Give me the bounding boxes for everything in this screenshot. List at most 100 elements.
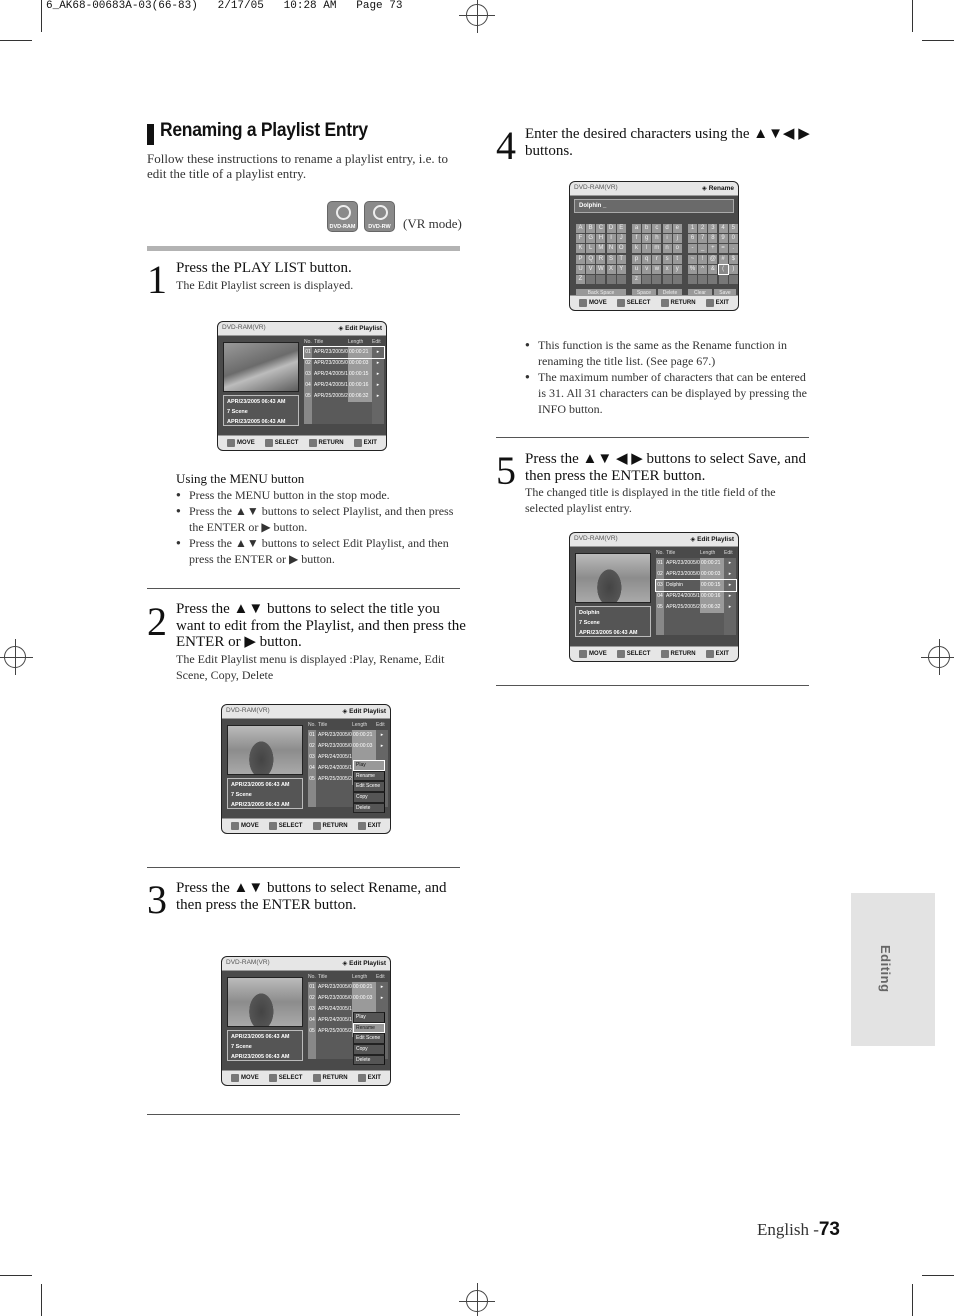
popup-item-play[interactable]: Play xyxy=(353,1012,385,1023)
keyboard-key[interactable]: t xyxy=(672,254,682,264)
keyboard-key[interactable]: s xyxy=(662,254,672,264)
keyboard-key[interactable]: y xyxy=(672,264,682,274)
keyboard-key[interactable]: + xyxy=(708,244,718,254)
keyboard-key[interactable] xyxy=(728,274,738,284)
keyboard-key[interactable] xyxy=(606,274,616,284)
keyboard-key[interactable]: U xyxy=(576,264,585,274)
keyboard-key[interactable]: S xyxy=(606,254,616,264)
keyboard-key[interactable]: X xyxy=(606,264,616,274)
keyboard-key[interactable]: C xyxy=(596,224,606,233)
keyboard-key[interactable]: R xyxy=(596,254,606,264)
keyboard-key[interactable]: e xyxy=(672,224,682,233)
keyboard-key[interactable]: Z xyxy=(576,274,585,284)
keyboard-key[interactable]: _ xyxy=(698,244,708,254)
keyboard-key[interactable] xyxy=(672,274,682,284)
keyboard-key[interactable]: @ xyxy=(708,254,718,264)
keyboard-key[interactable]: P xyxy=(576,254,585,264)
popup-item-edit-scene[interactable]: Edit Scene xyxy=(353,1033,385,1044)
keyboard-key[interactable]: 4 xyxy=(718,224,728,233)
keyboard-key[interactable]: c xyxy=(652,224,662,233)
keyboard-key[interactable]: # xyxy=(718,254,728,264)
keyboard-key[interactable]: G xyxy=(586,234,596,244)
playlist-row[interactable]: 01 APR/23/2005/0 00:00:21 ▸ xyxy=(303,346,385,359)
keyboard-key[interactable]: I xyxy=(606,234,616,244)
playlist-row[interactable]: 04 APR/24/2005/1 00:00:16 ▸ xyxy=(304,380,384,391)
keyboard-key[interactable]: 0 xyxy=(728,234,738,244)
keyboard-key[interactable]: K xyxy=(576,244,585,254)
keyboard-key[interactable]: n xyxy=(662,244,672,254)
keyboard-key[interactable]: m xyxy=(652,244,662,254)
keyboard-key[interactable]: ! xyxy=(698,254,708,264)
keyboard-key[interactable]: 6 xyxy=(688,234,697,244)
keyboard-key[interactable] xyxy=(596,274,606,284)
keyboard-key[interactable]: w xyxy=(652,264,662,274)
keyboard-key[interactable]: Q xyxy=(586,254,596,264)
keyboard-key[interactable]: F xyxy=(576,234,585,244)
keyboard-key[interactable]: A xyxy=(576,224,585,233)
keyboard-key[interactable]: $ xyxy=(728,254,738,264)
keyboard-key[interactable] xyxy=(586,274,596,284)
keyboard-key[interactable]: j xyxy=(672,234,682,244)
keyboard-key[interactable]: ~ xyxy=(688,254,697,264)
playlist-row[interactable]: 04 APR/24/2005/1 00:00:16 ▸ xyxy=(656,591,736,602)
keyboard-key[interactable]: b xyxy=(642,224,652,233)
keyboard-key[interactable]: ) xyxy=(728,264,738,274)
playlist-row[interactable]: 02 APR/23/2005/0 00:00:03 ▸ xyxy=(308,741,388,752)
keyboard-key[interactable] xyxy=(698,274,708,284)
keyboard-key[interactable]: & xyxy=(708,264,718,274)
keyboard-key[interactable]: l xyxy=(642,244,652,254)
keyboard-key[interactable]: 7 xyxy=(698,234,708,244)
keyboard-key[interactable]: O xyxy=(616,244,626,254)
playlist-row[interactable]: 02 APR/23/2005/0 00:00:03 ▸ xyxy=(656,569,736,580)
keyboard-key[interactable] xyxy=(688,274,697,284)
rename-input[interactable]: Dolphin _ xyxy=(574,199,734,213)
keyboard-key[interactable] xyxy=(718,274,728,284)
keyboard-key[interactable]: M xyxy=(596,244,606,254)
keyboard-key[interactable]: J xyxy=(616,234,626,244)
popup-item-copy[interactable]: Copy xyxy=(353,792,385,803)
keyboard-key[interactable]: D xyxy=(606,224,616,233)
keyboard-key[interactable]: 8 xyxy=(708,234,718,244)
keyboard-key[interactable]: N xyxy=(606,244,616,254)
playlist-row[interactable]: 02 APR/23/2005/0 00:00:03 ▸ xyxy=(304,358,384,369)
popup-item-edit-scene[interactable]: Edit Scene xyxy=(353,781,385,792)
keyboard-key[interactable]: u xyxy=(632,264,641,274)
keyboard-key[interactable]: E xyxy=(616,224,626,233)
keyboard-key[interactable]: H xyxy=(596,234,606,244)
keyboard-key[interactable]: L xyxy=(586,244,596,254)
keyboard-key[interactable] xyxy=(642,274,652,284)
keyboard-key[interactable]: h xyxy=(652,234,662,244)
popup-item-delete[interactable]: Delete xyxy=(353,1054,385,1066)
popup-item-copy[interactable]: Copy xyxy=(353,1044,385,1055)
keyboard-key[interactable]: ^ xyxy=(698,264,708,274)
playlist-row[interactable]: 01 APR/23/2005/0 00:00:21 ▸ xyxy=(308,982,388,993)
playlist-row[interactable]: 02 APR/23/2005/0 00:00:03 ▸ xyxy=(308,993,388,1004)
keyboard-key[interactable] xyxy=(708,274,718,284)
keyboard-key[interactable]: W xyxy=(596,264,606,274)
keyboard-key[interactable]: a xyxy=(632,224,641,233)
keyboard-key[interactable]: B xyxy=(586,224,596,233)
keyboard-key[interactable]: % xyxy=(688,264,697,274)
popup-item-delete[interactable]: Delete xyxy=(353,802,385,814)
keyboard-key[interactable]: f xyxy=(632,234,641,244)
keyboard-key[interactable]: 2 xyxy=(698,224,708,233)
keyboard-key[interactable]: Y xyxy=(616,264,626,274)
playlist-row[interactable]: 05 APR/25/2005/2 00:06:32 ▸ xyxy=(656,602,736,613)
keyboard-key[interactable]: r xyxy=(652,254,662,264)
keyboard-key[interactable]: 9 xyxy=(718,234,728,244)
keyboard-key[interactable]: . xyxy=(728,244,738,254)
popup-item-play[interactable]: Play xyxy=(353,760,385,771)
playlist-row[interactable]: 01 APR/23/2005/0 00:00:21 ▸ xyxy=(308,730,388,741)
keyboard-key[interactable]: V xyxy=(586,264,596,274)
keyboard-key[interactable]: x xyxy=(662,264,672,274)
playlist-row[interactable]: 05 APR/25/2005/2 00:06:32 ▸ xyxy=(304,391,384,402)
playlist-row[interactable]: 03 APR/24/2005/1 00:00:15 ▸ xyxy=(304,369,384,380)
keyboard-key[interactable]: = xyxy=(718,244,728,254)
keyboard-key[interactable]: v xyxy=(642,264,652,274)
keyboard-key[interactable] xyxy=(652,274,662,284)
playlist-row[interactable]: 03 Dolphin 00:00:15 ▸ xyxy=(655,579,737,592)
keyboard-key[interactable]: k xyxy=(632,244,641,254)
keyboard-key[interactable]: z xyxy=(632,274,641,284)
keyboard-key[interactable]: p xyxy=(632,254,641,264)
keyboard-key[interactable]: g xyxy=(642,234,652,244)
